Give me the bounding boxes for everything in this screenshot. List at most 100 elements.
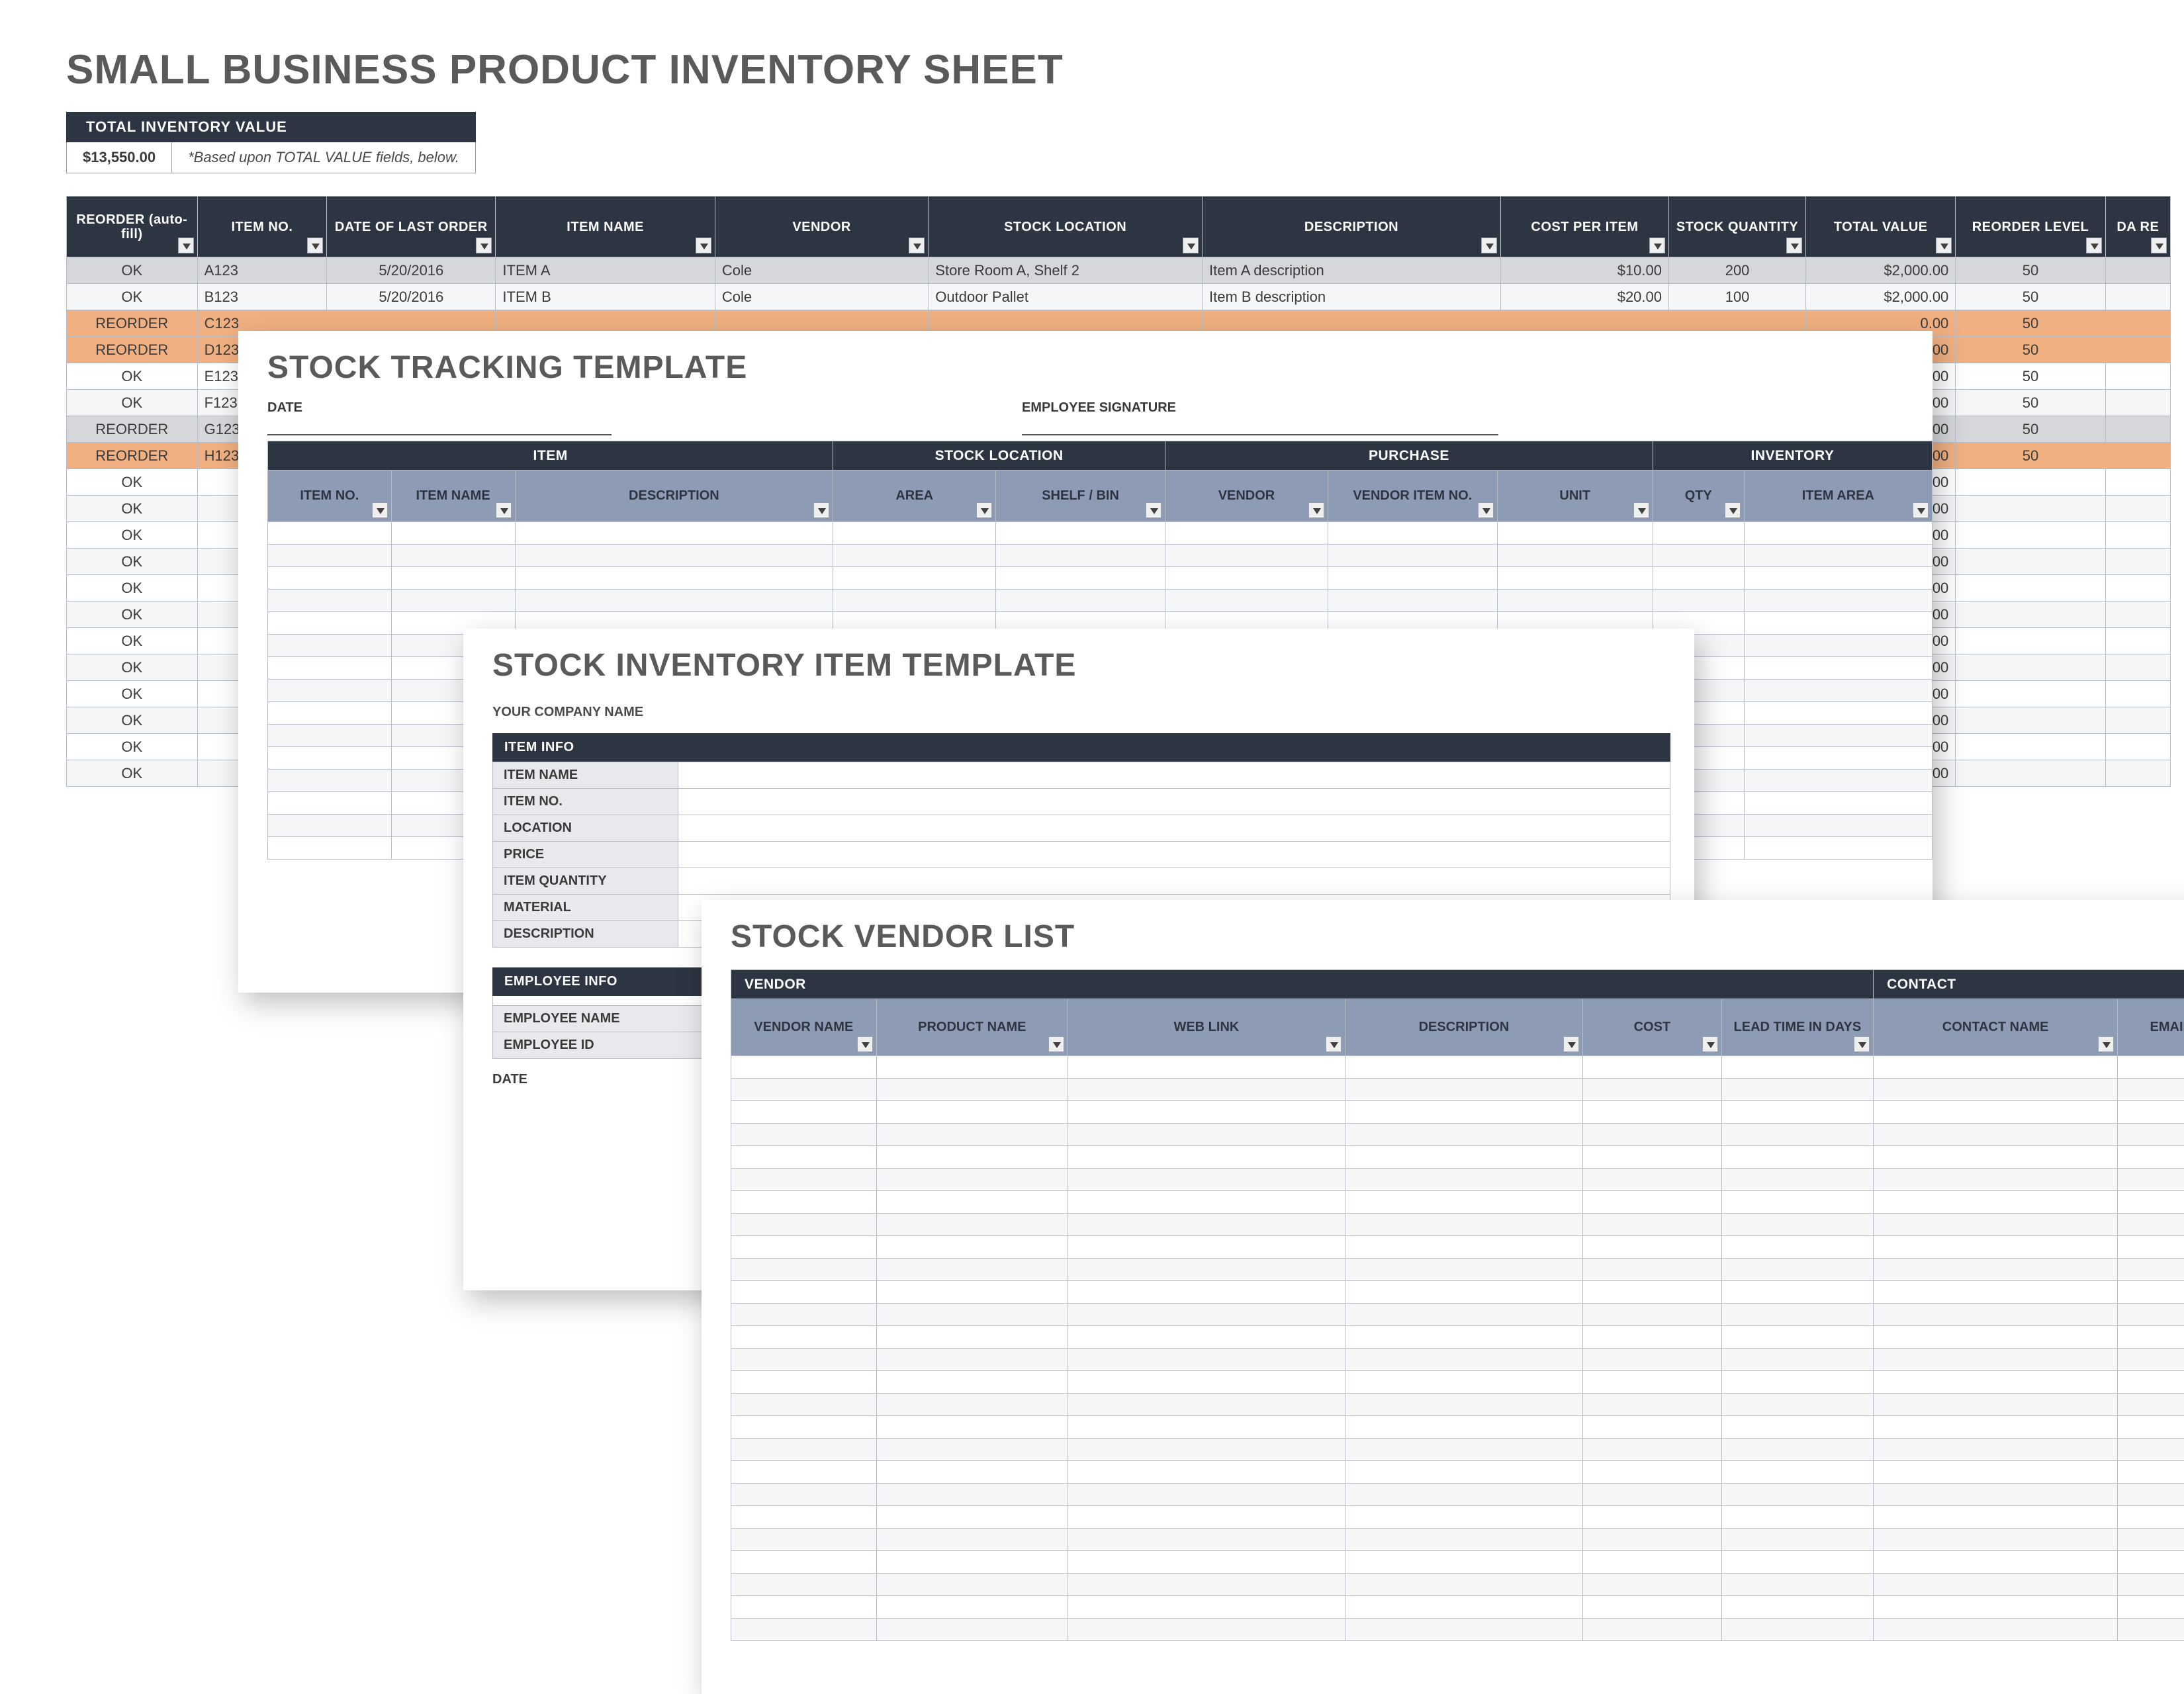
vendor-cell[interactable]: [1721, 1551, 1873, 1574]
track-cell[interactable]: [268, 770, 392, 792]
vendor-cell[interactable]: [1068, 1619, 1345, 1641]
vendor-cell[interactable]: [1721, 1056, 1873, 1079]
track-cell[interactable]: [1653, 545, 1744, 567]
inv-cell[interactable]: [2105, 496, 2170, 522]
vendor-cell[interactable]: [1345, 1304, 1582, 1326]
track-cell[interactable]: [268, 702, 392, 725]
inv-cell[interactable]: OK: [67, 760, 198, 787]
vendor-cell[interactable]: [731, 1439, 877, 1461]
vendor-cell[interactable]: [731, 1304, 877, 1326]
vendor-row[interactable]: [731, 1394, 2184, 1416]
inv-cell[interactable]: Cole: [715, 257, 928, 284]
track-col-5[interactable]: VENDOR: [1165, 470, 1328, 522]
vendor-cell[interactable]: [1874, 1281, 2118, 1304]
vendor-cell[interactable]: [1345, 1191, 1582, 1214]
vendor-cell[interactable]: [876, 1394, 1068, 1416]
inv-cell[interactable]: [1956, 469, 2105, 496]
vendor-cell[interactable]: [876, 1079, 1068, 1101]
track-cell[interactable]: [1497, 522, 1653, 545]
vendor-cell[interactable]: [731, 1124, 877, 1146]
vendor-cell[interactable]: [1721, 1416, 1873, 1439]
vendor-cell[interactable]: [1874, 1236, 2118, 1259]
vendor-cell[interactable]: [1345, 1326, 1582, 1349]
track-cell[interactable]: [833, 590, 996, 612]
inv-col-5[interactable]: STOCK LOCATION: [929, 197, 1203, 257]
vendor-row[interactable]: [731, 1596, 2184, 1619]
inv-cell[interactable]: [1956, 734, 2105, 760]
track-cell[interactable]: [833, 522, 996, 545]
vendor-cell[interactable]: [731, 1079, 877, 1101]
track-cell[interactable]: [268, 522, 392, 545]
vendor-cell[interactable]: [1345, 1551, 1582, 1574]
track-cell[interactable]: [268, 657, 392, 680]
vendor-cell[interactable]: [1345, 1619, 1582, 1641]
vendor-cell[interactable]: [2118, 1371, 2184, 1394]
track-cell[interactable]: [1744, 545, 1932, 567]
inv-cell[interactable]: ITEM B: [496, 284, 715, 310]
inv-cell[interactable]: OK: [67, 734, 198, 760]
vendor-cell[interactable]: [1874, 1079, 2118, 1101]
vendor-cell[interactable]: [1345, 1146, 1582, 1169]
vendor-cell[interactable]: [731, 1169, 877, 1191]
vendor-cell[interactable]: [1583, 1079, 1722, 1101]
vendor-cell[interactable]: [1874, 1101, 2118, 1124]
date-field[interactable]: [267, 416, 612, 435]
inv-cell[interactable]: $20.00: [1500, 284, 1668, 310]
inv-cell[interactable]: OK: [67, 681, 198, 707]
vendor-cell[interactable]: [1345, 1574, 1582, 1596]
vendor-cell[interactable]: [1721, 1236, 1873, 1259]
vendor-row[interactable]: [731, 1439, 2184, 1461]
vendor-cell[interactable]: [1068, 1371, 1345, 1394]
vendor-cell[interactable]: [1583, 1416, 1722, 1439]
vendor-cell[interactable]: [731, 1214, 877, 1236]
vendor-cell[interactable]: [2118, 1326, 2184, 1349]
vendor-cell[interactable]: [876, 1214, 1068, 1236]
vendor-cell[interactable]: [731, 1506, 877, 1529]
vendor-cell[interactable]: [1068, 1596, 1345, 1619]
track-cell[interactable]: [268, 725, 392, 747]
inv-cell[interactable]: [2105, 628, 2170, 654]
vendor-cell[interactable]: [876, 1619, 1068, 1641]
track-cell[interactable]: [268, 837, 392, 860]
vendor-cell[interactable]: [1345, 1079, 1582, 1101]
track-cell[interactable]: [1744, 815, 1932, 837]
track-cell[interactable]: [1744, 567, 1932, 590]
inv-cell[interactable]: [1956, 628, 2105, 654]
vendor-cell[interactable]: [2118, 1281, 2184, 1304]
vendor-cell[interactable]: [1874, 1551, 2118, 1574]
vendor-cell[interactable]: [1068, 1056, 1345, 1079]
vendor-row[interactable]: [731, 1416, 2184, 1439]
track-cell[interactable]: [1744, 657, 1932, 680]
vendor-cell[interactable]: [1721, 1506, 1873, 1529]
vendor-cell[interactable]: [731, 1574, 877, 1596]
vendor-row[interactable]: [731, 1124, 2184, 1146]
track-cell[interactable]: [996, 545, 1165, 567]
vendor-cell[interactable]: [1721, 1484, 1873, 1506]
vendor-cell[interactable]: [876, 1529, 1068, 1551]
vendor-cell[interactable]: [2118, 1439, 2184, 1461]
vendor-cell[interactable]: [1583, 1191, 1722, 1214]
track-cell[interactable]: [1328, 522, 1497, 545]
track-cell[interactable]: [1744, 770, 1932, 792]
inv-col-2[interactable]: DATE OF LAST ORDER: [327, 197, 496, 257]
track-cell[interactable]: [391, 590, 515, 612]
inv-cell[interactable]: OK: [67, 628, 198, 654]
vendor-cell[interactable]: [2118, 1214, 2184, 1236]
track-cell[interactable]: [268, 815, 392, 837]
vendor-cell[interactable]: [1721, 1394, 1873, 1416]
inv-cell[interactable]: [2105, 734, 2170, 760]
track-cell[interactable]: [1744, 702, 1932, 725]
track-cell[interactable]: [996, 590, 1165, 612]
track-row[interactable]: [268, 567, 1933, 590]
vendor-cell[interactable]: [1874, 1506, 2118, 1529]
vendor-cell[interactable]: [1068, 1394, 1345, 1416]
inv-cell[interactable]: [1956, 681, 2105, 707]
vendor-cell[interactable]: [1068, 1304, 1345, 1326]
vendor-cell[interactable]: [1068, 1124, 1345, 1146]
inv-cell[interactable]: [1956, 496, 2105, 522]
inv-cell[interactable]: [2105, 257, 2170, 284]
vendor-cell[interactable]: [876, 1349, 1068, 1371]
inv-cell[interactable]: [2105, 337, 2170, 363]
vendor-cell[interactable]: [2118, 1079, 2184, 1101]
vendor-row[interactable]: [731, 1326, 2184, 1349]
